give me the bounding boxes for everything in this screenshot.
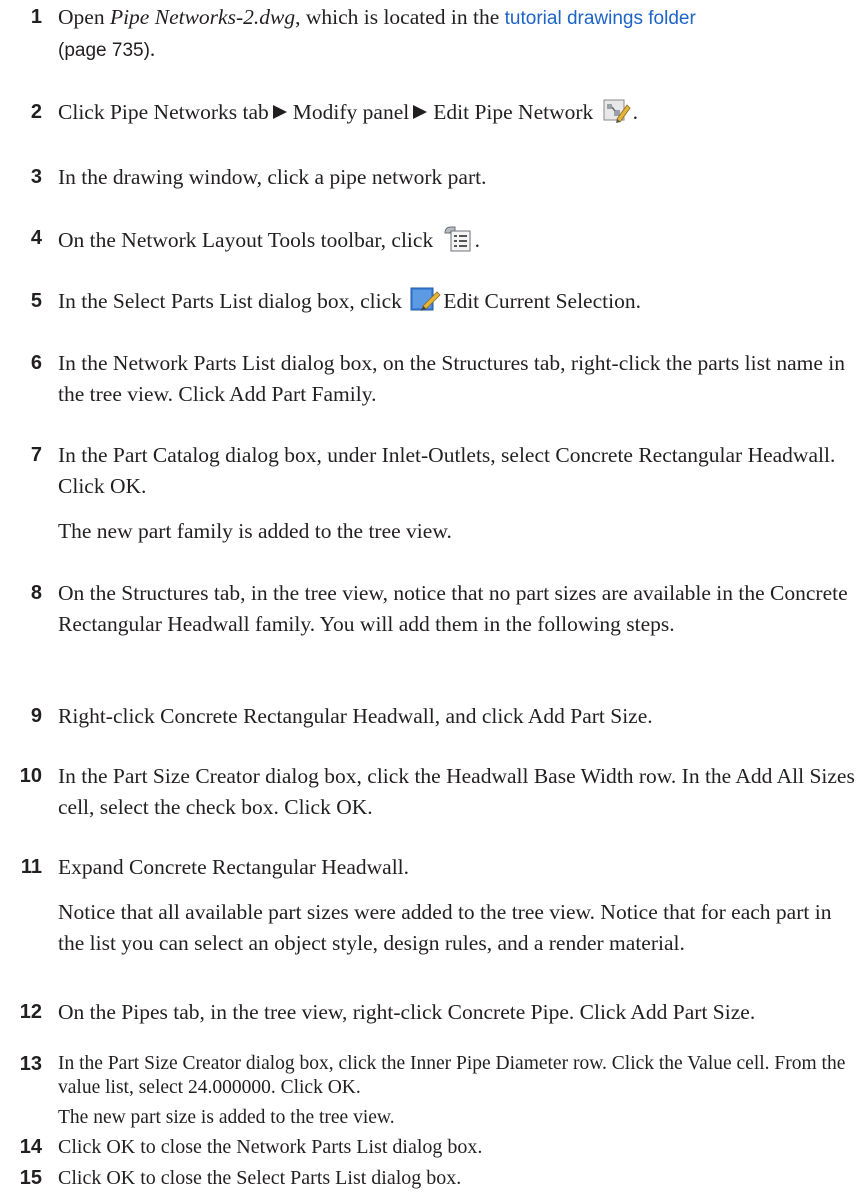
step-text-part: Edit Pipe Network	[433, 100, 594, 124]
step-text: In the Network Parts List dialog box, on…	[58, 351, 845, 406]
step-number: 15	[19, 1167, 42, 1189]
step-text: Open Pipe Networks-2.dwg, which is locat…	[58, 2, 858, 66]
step-text: Click OK to close the Select Parts List …	[58, 1167, 462, 1189]
step-text-part: Modify panel	[292, 100, 410, 124]
step-note: Notice that all available part sizes wer…	[58, 900, 832, 955]
step-text: Click Pipe Networks tab Modify panel Edit …	[58, 97, 858, 134]
edit-selection-icon	[409, 286, 441, 323]
step-number: 2	[30, 101, 42, 123]
step-text-part: In the Part Catalog dialog box, under In…	[58, 443, 836, 498]
step-text-part: .	[474, 228, 480, 252]
step-number: 11	[20, 856, 42, 878]
step-text: On the Structures tab, in the tree view,…	[58, 581, 848, 636]
step-text: Right-click Concrete Rectangular Headwal…	[58, 704, 653, 728]
step-note: The new part size is added to the tree v…	[58, 1107, 395, 1128]
step-text-part: .	[149, 37, 156, 61]
tutorial-drawings-folder-link[interactable]: tutorial drawings folder	[505, 8, 696, 29]
step-number: 3	[30, 166, 42, 188]
step-text: In the Part Catalog dialog box, under In…	[58, 440, 858, 547]
step-number: 14	[19, 1136, 42, 1158]
step-text-part: Edit Current Selection.	[443, 289, 641, 313]
step-number: 10	[19, 765, 42, 787]
edit-pipe-network-icon	[601, 97, 631, 134]
step-number: 5	[30, 290, 42, 312]
step-note: The new part family is added to the tree…	[58, 519, 452, 543]
page-reference: (page 735)	[58, 40, 150, 61]
tutorial-steps-page: 1 Open Pipe Networks-2.dwg, which is loc…	[0, 0, 864, 1197]
step-text: Expand Concrete Rectangular Headwall. Not…	[58, 852, 858, 959]
step-text-part: Expand Concrete Rectangular Headwall.	[58, 855, 410, 879]
step-text-part: Click Pipe Networks tab	[58, 100, 269, 124]
step-text-part: On the Network Layout Tools toolbar, cli…	[58, 228, 434, 252]
step-text: In the Part Size Creator dialog box, cli…	[58, 764, 855, 819]
step-number: 1	[30, 6, 42, 28]
file-name: Pipe Networks-2.dwg	[109, 5, 296, 29]
step-text-part: .	[632, 100, 639, 124]
arrow-right-icon	[272, 105, 287, 119]
step-number: 6	[30, 352, 42, 374]
step-number: 8	[30, 582, 42, 604]
step-number: 7	[30, 444, 42, 466]
step-text-part: Open	[58, 5, 110, 29]
step-text: On the Network Layout Tools toolbar, cli…	[58, 223, 858, 262]
step-text: In the Part Size Creator dialog box, cli…	[58, 1052, 858, 1130]
step-number: 4	[30, 227, 42, 249]
step-text-part: In the Part Size Creator dialog box, cli…	[58, 1053, 846, 1098]
step-text: Click OK to close the Network Parts List…	[58, 1136, 483, 1158]
step-text: On the Pipes tab, in the tree view, righ…	[58, 1000, 756, 1024]
step-text: In the Select Parts List dialog box, cli…	[58, 286, 858, 323]
step-text-part: , which is located in the	[295, 5, 505, 29]
step-text: In the drawing window, click a pipe netw…	[58, 165, 487, 189]
arrow-right-icon	[413, 105, 428, 119]
step-number: 9	[30, 705, 42, 727]
step-number: 13	[19, 1053, 42, 1075]
step-text-part: In the Select Parts List dialog box, cli…	[58, 289, 402, 313]
step-number: 12	[19, 1001, 42, 1023]
parts-list-icon	[441, 223, 473, 262]
